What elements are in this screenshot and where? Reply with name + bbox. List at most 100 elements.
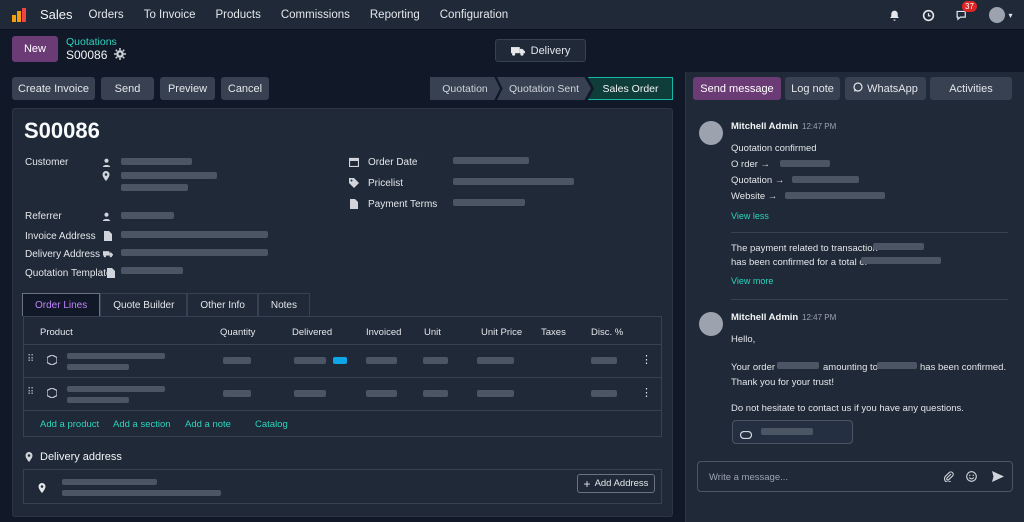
forecast-widget[interactable] — [333, 357, 347, 364]
message-thanks: Thank you for your trust! — [731, 377, 834, 388]
gear-icon[interactable] — [114, 48, 126, 60]
message-order-part1: Your order — [731, 362, 776, 373]
menu-products[interactable]: Products — [215, 9, 260, 21]
cancel-button[interactable]: Cancel — [221, 77, 269, 100]
customer-city-placeholder — [121, 184, 188, 191]
payment-line2: has been confirmed for a total of — [731, 257, 868, 268]
tab-other-info[interactable]: Other Info — [187, 293, 258, 316]
truck-icon — [510, 46, 525, 56]
app-logo-icon[interactable] — [12, 7, 26, 22]
activities-button[interactable]: Activities — [930, 77, 1012, 100]
avatar[interactable] — [699, 312, 723, 336]
add-note-link[interactable]: Add a note — [185, 419, 231, 430]
box-icon — [46, 387, 58, 401]
invoice-address-placeholder[interactable] — [121, 231, 268, 238]
menu-configuration[interactable]: Configuration — [440, 9, 508, 21]
row-menu-icon[interactable]: ⋮ — [641, 386, 652, 399]
pricelist-label: Pricelist — [368, 178, 404, 189]
menu-commissions[interactable]: Commissions — [281, 9, 350, 21]
delivery-smart-button[interactable]: Delivery — [495, 39, 586, 62]
top-navbar: Sales Orders To Invoice Products Commiss… — [0, 0, 1024, 30]
message-heading: Quotation confirmed — [731, 143, 817, 154]
create-invoice-button[interactable]: Create Invoice — [12, 77, 95, 100]
payment-terms-placeholder[interactable] — [453, 199, 525, 206]
whatsapp-button[interactable]: WhatsApp — [845, 77, 926, 100]
add-section-link[interactable]: Add a section — [113, 419, 171, 430]
message-divider — [731, 232, 1008, 233]
clock-icon[interactable] — [920, 7, 936, 23]
invoiced-placeholder — [366, 357, 397, 364]
drag-handle-icon[interactable]: ⠿ — [27, 387, 34, 398]
quotation-template-placeholder[interactable] — [121, 267, 183, 274]
app-name[interactable]: Sales — [40, 7, 73, 22]
notebook-tabs: Order Lines Quote Builder Other Info Not… — [22, 293, 310, 316]
view-more-link[interactable]: View more — [731, 276, 773, 286]
bell-icon[interactable] — [886, 7, 902, 23]
row-menu-icon[interactable]: ⋮ — [641, 353, 652, 366]
message-greeting: Hello, — [731, 334, 756, 345]
tag-icon — [349, 178, 359, 188]
log-note-button[interactable]: Log note — [785, 77, 840, 100]
message-author[interactable]: Mitchell Admin — [731, 312, 798, 323]
pricelist-placeholder[interactable] — [453, 178, 574, 185]
send-message-button[interactable]: Send message — [693, 77, 781, 100]
unit-placeholder — [423, 390, 448, 397]
col-unit[interactable]: Unit — [424, 327, 441, 338]
preview-button[interactable]: Preview — [160, 77, 215, 100]
paperclip-icon[interactable] — [943, 471, 954, 485]
send-button[interactable]: Send — [101, 77, 154, 100]
delivery-address-card[interactable] — [23, 469, 662, 504]
col-discount[interactable]: Disc. % — [591, 327, 623, 338]
col-invoiced[interactable]: Invoiced — [366, 327, 401, 338]
send-arrow-icon[interactable] — [992, 471, 1004, 485]
user-menu[interactable]: ▾ — [988, 7, 1014, 23]
product-desc-placeholder — [67, 364, 129, 370]
message-order-part2: amounting to — [823, 362, 878, 373]
drag-handle-icon[interactable]: ⠿ — [27, 354, 34, 365]
menu-orders[interactable]: Orders — [89, 9, 124, 21]
add-address-button[interactable]: + Add Address — [577, 474, 655, 493]
messages-icon[interactable]: 37 — [954, 1, 977, 23]
col-delivered[interactable]: Delivered — [292, 327, 332, 338]
col-unit-price[interactable]: Unit Price — [481, 327, 522, 338]
col-taxes[interactable]: Taxes — [541, 327, 566, 338]
discount-placeholder — [591, 390, 617, 397]
tab-quote-builder[interactable]: Quote Builder — [100, 293, 188, 316]
emoji-icon[interactable] — [966, 471, 977, 485]
referrer-value-placeholder[interactable] — [121, 212, 174, 219]
delivery-address-placeholder[interactable] — [121, 249, 268, 256]
message-input[interactable] — [709, 469, 929, 485]
breadcrumb-quotations[interactable]: Quotations — [66, 36, 117, 48]
referrer-label: Referrer — [25, 211, 62, 222]
message-questions: Do not hesitate to contact us if you hav… — [731, 403, 964, 414]
catalog-link[interactable]: Catalog — [255, 419, 288, 430]
order-amount-placeholder — [877, 362, 917, 369]
quantity-placeholder — [223, 390, 251, 397]
col-quantity[interactable]: Quantity — [220, 327, 255, 338]
avatar[interactable] — [699, 121, 723, 145]
document-icon — [106, 268, 116, 278]
document-icon — [349, 199, 359, 209]
message-time: 12:47 PM — [802, 313, 837, 322]
message-author[interactable]: Mitchell Admin — [731, 121, 798, 132]
message-divider — [731, 299, 1008, 300]
view-less-link[interactable]: View less — [731, 211, 769, 221]
stage-quotation-sent[interactable]: Quotation Sent — [497, 77, 591, 100]
stage-sales-order[interactable]: Sales Order — [588, 77, 673, 100]
col-product[interactable]: Product — [40, 327, 73, 338]
tab-order-lines[interactable]: Order Lines — [22, 293, 101, 316]
add-product-link[interactable]: Add a product — [40, 419, 99, 430]
delivery-line2-placeholder — [62, 490, 221, 496]
customer-name-placeholder[interactable] — [121, 158, 192, 165]
menu-reporting[interactable]: Reporting — [370, 9, 420, 21]
tab-notes[interactable]: Notes — [257, 293, 310, 316]
order-date-label: Order Date — [368, 157, 418, 168]
messages-badge: 37 — [962, 1, 977, 12]
tracking-value-placeholder — [785, 192, 885, 199]
stage-quotation[interactable]: Quotation — [430, 77, 500, 100]
menu-to-invoice[interactable]: To Invoice — [144, 9, 196, 21]
order-date-placeholder[interactable] — [453, 157, 529, 164]
map-marker-icon — [38, 482, 46, 496]
new-button[interactable]: New — [12, 36, 58, 62]
transaction-placeholder — [873, 243, 924, 250]
